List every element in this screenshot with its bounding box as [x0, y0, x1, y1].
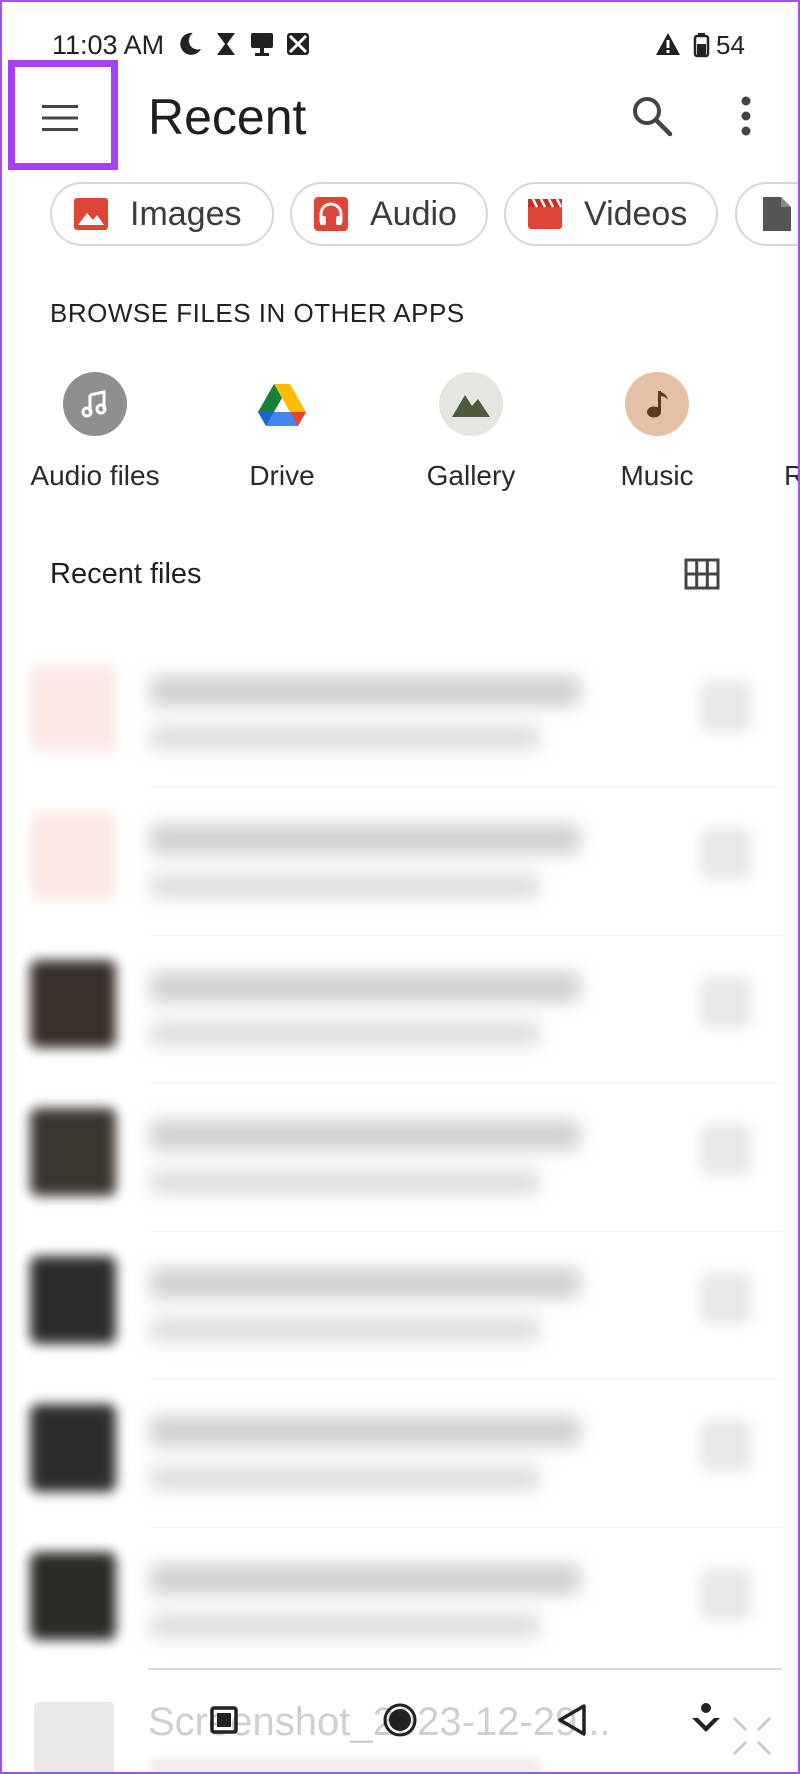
file-action-icon[interactable] — [700, 1420, 752, 1472]
chip-videos[interactable]: Videos — [504, 182, 718, 246]
file-details — [150, 1022, 540, 1046]
search-icon[interactable] — [628, 92, 676, 140]
navigation-bar — [0, 1690, 800, 1760]
file-name — [150, 676, 580, 706]
app-drive[interactable]: Drive — [192, 372, 372, 492]
file-thumbnail — [30, 1256, 116, 1344]
app-audio-files[interactable]: Audio files — [5, 372, 185, 492]
image-icon — [74, 198, 108, 230]
app-gallery[interactable]: Gallery — [381, 372, 561, 492]
chip-label: Images — [130, 194, 242, 233]
clapperboard-icon — [528, 198, 563, 229]
file-name — [150, 1120, 580, 1150]
app-partial[interactable]: R — [696, 372, 800, 492]
file-thumbnail — [30, 1404, 116, 1492]
music-note-icon — [63, 372, 127, 436]
battery-icon — [693, 33, 710, 58]
browse-heading: BROWSE FILES IN OTHER APPS — [50, 298, 465, 328]
no-sim-icon — [287, 33, 309, 55]
more-options-icon[interactable] — [728, 92, 764, 140]
app-label: Gallery — [426, 460, 516, 491]
partial-app-icon — [714, 372, 778, 436]
file-action-icon[interactable] — [700, 976, 752, 1028]
file-thumbnail — [30, 1552, 116, 1640]
device-icon — [251, 33, 273, 56]
file-thumbnail — [30, 812, 116, 900]
file-details — [150, 1758, 540, 1774]
back-button-icon[interactable] — [550, 1698, 594, 1742]
list-item[interactable] — [0, 1528, 800, 1676]
list-item[interactable] — [0, 1232, 800, 1380]
file-thumbnail — [30, 664, 116, 752]
chip-audio[interactable]: Audio — [290, 182, 488, 246]
file-name — [150, 972, 580, 1002]
file-details — [150, 1466, 540, 1490]
page-title: Recent — [148, 89, 307, 145]
app-label: Audio files — [30, 460, 160, 491]
file-action-icon[interactable] — [700, 1568, 752, 1620]
file-details — [150, 1614, 540, 1638]
list-item[interactable] — [0, 1084, 800, 1232]
file-thumbnail — [30, 960, 116, 1048]
hourglass-icon — [217, 33, 235, 55]
file-action-icon[interactable] — [700, 828, 752, 880]
home-button-icon[interactable] — [378, 1698, 422, 1742]
mountain-icon — [439, 372, 503, 436]
keyboard-hide-icon[interactable] — [684, 1698, 728, 1742]
divider — [148, 1668, 782, 1670]
app-label: R — [784, 460, 800, 491]
list-item[interactable] — [0, 1380, 800, 1528]
expand-icon[interactable] — [730, 1714, 774, 1758]
category-chips: Images Audio Videos — [0, 182, 800, 248]
chip-label: Audio — [370, 194, 457, 233]
recent-files-heading: Recent files — [50, 558, 202, 590]
status-time: 11:03 AM — [52, 30, 165, 60]
list-item[interactable] — [0, 640, 800, 788]
chip-label: Videos — [584, 194, 688, 233]
headphones-icon — [314, 197, 348, 231]
file-action-icon[interactable] — [700, 1272, 752, 1324]
hamburger-icon — [42, 105, 78, 131]
file-name — [150, 824, 580, 854]
grid-view-icon[interactable] — [684, 556, 720, 592]
file-details — [150, 1318, 540, 1342]
app-label: Drive — [249, 460, 315, 491]
list-item[interactable] — [0, 788, 800, 936]
file-details — [150, 726, 540, 750]
file-thumbnail — [30, 1108, 116, 1196]
alert-icon — [656, 33, 680, 55]
status-bar: 11:03 AM 54 — [0, 0, 800, 90]
file-details — [150, 1170, 540, 1194]
file-name — [150, 1268, 580, 1298]
moon-icon — [180, 32, 201, 55]
document-icon — [763, 197, 791, 231]
list-item[interactable] — [0, 936, 800, 1084]
drive-icon — [250, 372, 314, 436]
file-details — [150, 874, 540, 898]
file-name — [150, 1564, 580, 1594]
menu-button[interactable] — [30, 88, 90, 148]
file-action-icon[interactable] — [700, 680, 752, 732]
file-name — [150, 1416, 580, 1446]
file-action-icon[interactable] — [700, 1124, 752, 1176]
music-note-icon — [625, 372, 689, 436]
recents-button-icon[interactable] — [202, 1698, 246, 1742]
chip-images[interactable]: Images — [50, 182, 274, 246]
battery-percent: 54 — [716, 30, 745, 60]
chip-documents[interactable] — [735, 182, 800, 246]
